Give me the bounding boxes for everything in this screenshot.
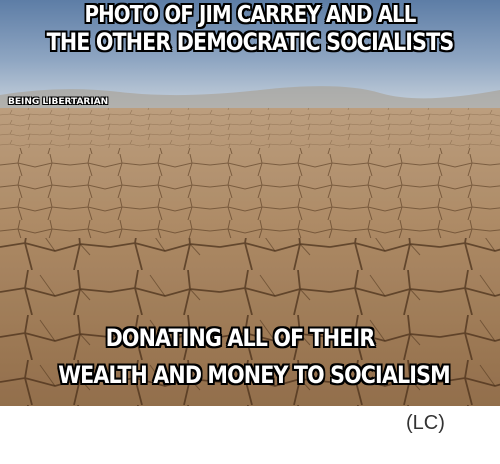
meme-top-line-1: PHOTO OF JIM CARREY AND ALL <box>84 2 416 28</box>
post-caption: (LC) <box>406 412 445 434</box>
meme-bottom-line-1: DONATING ALL OF THEIR <box>105 324 376 352</box>
meme-top-line-2: THE OTHER DEMOCRATIC SOCIALISTS <box>46 28 455 56</box>
watermark-being-libertarian: BEING LIBERTARIAN <box>8 97 109 107</box>
meme-image: PHOTO OF JIM CARREY AND ALL THE OTHER DE… <box>0 0 500 406</box>
meme-bottom-line-2: WEALTH AND MONEY TO SOCIALISM <box>58 361 450 389</box>
meme-post: PHOTO OF JIM CARREY AND ALL THE OTHER DE… <box>0 0 500 464</box>
